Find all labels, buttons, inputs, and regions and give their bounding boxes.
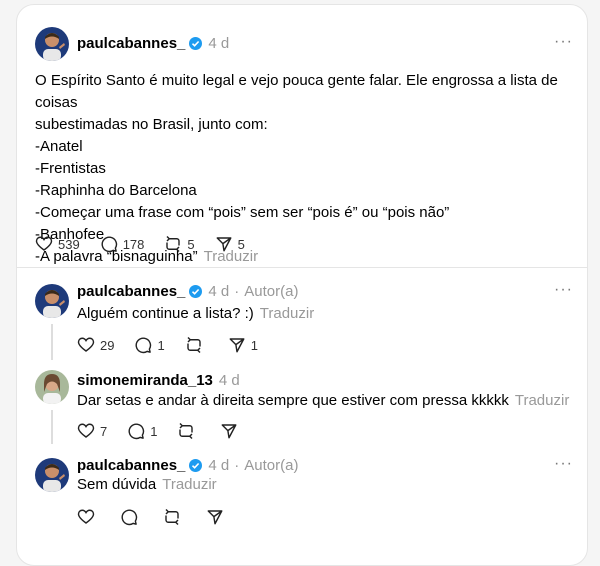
- comment-icon: [101, 236, 117, 253]
- post-line: subestimadas no Brasil, junto com:: [35, 116, 268, 133]
- post-text: Sem dúvida Traduzir: [77, 474, 217, 496]
- reply-text: Alguém continue a lista? :): [77, 305, 254, 322]
- post-text: Alguém continue a lista? :) Traduzir: [77, 303, 314, 325]
- repost-icon: [186, 336, 201, 354]
- avatar[interactable]: [35, 284, 69, 318]
- repost-button[interactable]: [177, 422, 200, 440]
- post-header: simonemiranda_13 4 d: [77, 372, 240, 389]
- share-button[interactable]: 5: [215, 235, 245, 253]
- comment-icon: [128, 423, 145, 440]
- avatar[interactable]: [35, 370, 69, 404]
- more-options-icon[interactable]: ···: [554, 281, 573, 299]
- like-count: 29: [100, 337, 115, 353]
- like-button[interactable]: 539: [35, 235, 80, 253]
- share-count: 5: [237, 236, 245, 252]
- post-text: Dar setas e andar à direita sempre que e…: [77, 390, 569, 412]
- translate-link[interactable]: Traduzir: [162, 476, 216, 493]
- action-bar: 539 178 5 5: [35, 235, 265, 253]
- comment-count: 1: [157, 337, 165, 353]
- heart-icon: [77, 509, 95, 524]
- heart-icon: [77, 337, 95, 352]
- author-tag: Autor(a): [244, 457, 299, 474]
- reply-text: Dar setas e andar à direita sempre que e…: [77, 392, 509, 409]
- more-options-icon[interactable]: ···: [554, 33, 573, 51]
- comment-button[interactable]: [120, 508, 143, 526]
- like-count: 539: [58, 236, 80, 252]
- reply-post[interactable]: paulcabannes_ 4 d · Autor(a) ··· Sem dúvida…: [17, 444, 587, 544]
- send-icon: [216, 237, 232, 252]
- send-icon: [222, 424, 237, 439]
- original-post[interactable]: paulcabannes_ 4 d ··· O Espírito Santo é …: [17, 5, 587, 267]
- like-button[interactable]: 7: [77, 422, 107, 440]
- comment-button[interactable]: 1: [127, 422, 157, 440]
- timestamp: 4 d: [208, 457, 230, 474]
- action-bar: 7 1: [77, 422, 263, 440]
- post-line: -Começar uma frase com “pois” sem ser “p…: [35, 204, 450, 221]
- comment-count: 1: [150, 423, 158, 439]
- verified-icon: [189, 284, 203, 298]
- comment-icon: [135, 337, 152, 354]
- share-button[interactable]: [220, 422, 243, 440]
- repost-button[interactable]: [163, 508, 186, 526]
- thread-card: paulcabannes_ 4 d ··· O Espírito Santo é …: [16, 4, 588, 566]
- heart-icon: [77, 423, 95, 438]
- repost-icon: [179, 422, 194, 440]
- post-line: O Espírito Santo é muito legal e vejo po…: [35, 72, 558, 111]
- repost-icon: [165, 508, 179, 526]
- share-button[interactable]: [206, 508, 229, 526]
- verified-icon: [189, 458, 203, 472]
- like-count: 7: [100, 423, 108, 439]
- more-options-icon[interactable]: ···: [554, 455, 573, 473]
- share-button[interactable]: 1: [228, 336, 258, 354]
- author-tag: Autor(a): [244, 283, 299, 300]
- post-line: -Raphinha do Barcelona: [35, 182, 197, 199]
- repost-button[interactable]: [185, 336, 208, 354]
- separator: ·: [234, 457, 240, 474]
- like-button[interactable]: [77, 508, 100, 526]
- username[interactable]: paulcabannes_: [77, 283, 185, 300]
- comment-count: 178: [122, 236, 145, 252]
- timestamp: 4 d: [208, 35, 230, 52]
- timestamp: 4 d: [218, 372, 240, 389]
- reply-text: Sem dúvida: [77, 476, 157, 493]
- post-header: paulcabannes_ 4 d · Autor(a): [77, 283, 298, 300]
- post-header: paulcabannes_ 4 d: [77, 35, 229, 52]
- thread-line: [51, 410, 53, 444]
- verified-icon: [189, 36, 203, 50]
- like-button[interactable]: 29: [77, 336, 114, 354]
- share-count: 1: [250, 337, 258, 353]
- post-line: -Frentistas: [35, 160, 106, 177]
- avatar[interactable]: [35, 27, 69, 61]
- avatar[interactable]: [35, 458, 69, 492]
- repost-button[interactable]: 5: [164, 235, 195, 253]
- username[interactable]: paulcabannes_: [77, 457, 185, 474]
- heart-icon: [35, 236, 53, 251]
- comment-button[interactable]: 178: [100, 235, 145, 253]
- send-icon: [207, 510, 223, 525]
- timestamp: 4 d: [208, 283, 230, 300]
- post-header: paulcabannes_ 4 d · Autor(a): [77, 457, 298, 474]
- translate-link[interactable]: Traduzir: [515, 392, 569, 409]
- translate-link[interactable]: Traduzir: [260, 305, 314, 322]
- action-bar: 29 1 1: [77, 336, 278, 354]
- action-bar: [77, 508, 249, 526]
- send-icon: [229, 338, 245, 353]
- username[interactable]: simonemiranda_13: [77, 372, 213, 389]
- post-line: -Anatel: [35, 138, 83, 155]
- thread-line: [51, 324, 53, 360]
- reply-post[interactable]: paulcabannes_ 4 d · Autor(a) ··· Alguém con…: [17, 268, 587, 360]
- username[interactable]: paulcabannes_: [77, 35, 185, 52]
- separator: ·: [234, 283, 240, 300]
- comment-icon: [121, 509, 138, 526]
- comment-button[interactable]: 1: [134, 336, 165, 354]
- reply-post[interactable]: simonemiranda_13 4 d Dar setas e andar à …: [17, 358, 587, 444]
- repost-icon: [166, 235, 181, 253]
- repost-count: 5: [187, 236, 195, 252]
